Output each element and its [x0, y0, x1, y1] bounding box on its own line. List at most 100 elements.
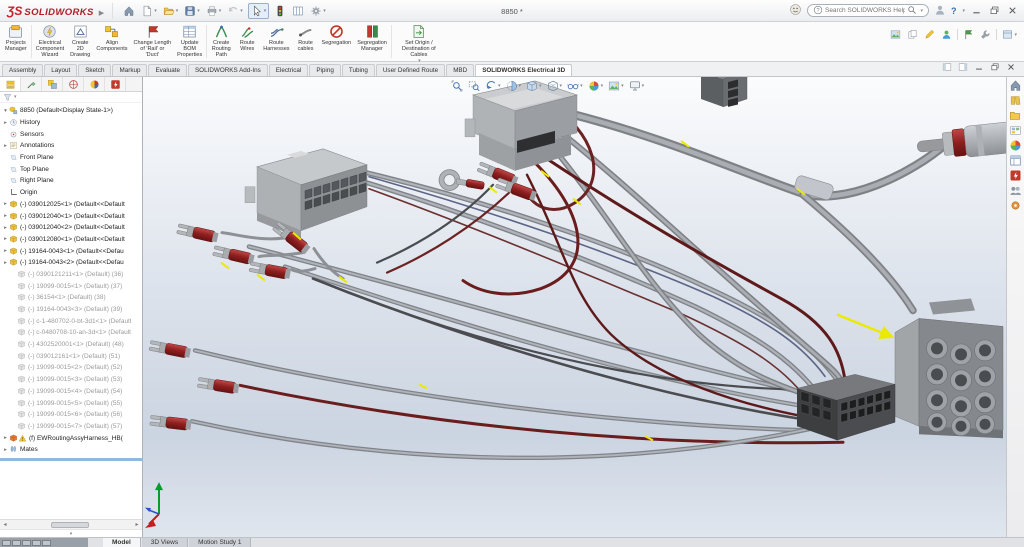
document-close-button[interactable] — [1006, 62, 1016, 74]
zoom-fit-button[interactable] — [451, 80, 463, 92]
3d-scene-canvas[interactable] — [143, 77, 1006, 537]
expand-arrow-icon[interactable]: ▸ — [2, 201, 9, 207]
filter-dropdown-icon[interactable]: ▾ — [14, 94, 17, 100]
tree-item-19099-0015-4-defau[interactable]: (-) 19099-0015<4> (Default) (54) — [0, 386, 142, 398]
tab-tubing[interactable]: Tubing — [342, 64, 375, 76]
tab-electrical[interactable]: Electrical — [269, 64, 309, 76]
tree-item-039012040-1-defaul[interactable]: ▸(-) 039012040<1> (Default<<Default — [0, 210, 142, 222]
electrical-component-wizard-button[interactable]: Electrical Component Wizard — [33, 23, 67, 60]
scrollbar-thumb[interactable] — [51, 522, 89, 528]
tree-item-19099-0015-6-defau[interactable]: (-) 19099-0015<6> (Default) (56) — [0, 409, 142, 421]
panel-tab-property-manager[interactable] — [21, 77, 42, 91]
help-button[interactable]: ? — [951, 6, 957, 16]
panel-collapse-handle[interactable]: • — [0, 529, 142, 537]
tab-markup[interactable]: Markup — [112, 64, 147, 76]
view-settings-button[interactable]: ▾ — [629, 80, 645, 92]
segregation-manager-button[interactable]: Segregation Manager — [354, 23, 390, 60]
window-minimize-button[interactable] — [970, 5, 983, 17]
tab-solidworks-electrical-3d[interactable]: SOLIDWORKS Electrical 3D — [475, 64, 572, 76]
solidworks-electrical-button[interactable] — [1009, 169, 1022, 182]
help-search-box[interactable]: ? ▾ — [807, 4, 929, 17]
tab-assembly[interactable]: Assembly — [2, 64, 43, 76]
bottom-tab-model[interactable]: Model — [102, 538, 141, 547]
document-pane-right-button[interactable] — [958, 62, 968, 74]
expand-arrow-icon[interactable]: ▸ — [2, 143, 9, 149]
tree-item-19164-0043-3-defau[interactable]: (-) 19164-0043<3> (Default) (39) — [0, 304, 142, 316]
open-button[interactable]: ▾ — [162, 4, 180, 18]
design-library-button[interactable] — [1009, 94, 1022, 107]
tree-item-19099-0015-2-defau[interactable]: (-) 19099-0015<2> (Default) (52) — [0, 362, 142, 374]
tree-item-039012025-1-defaul[interactable]: ▸(-) 039012025<1> (Default<<Default — [0, 199, 142, 211]
panel-tab-dimxpert-manager[interactable] — [63, 77, 84, 91]
tree-item-19099-0015-3-defau[interactable]: (-) 19099-0015<3> (Default) (53) — [0, 374, 142, 386]
tree-item-c-1-480702-0-bt-3d1[interactable]: (-) c-1-480702-0-bt-3d1<1> (Default — [0, 315, 142, 327]
panel-tab-electrical-manager[interactable] — [105, 77, 126, 91]
display-style-button[interactable]: ▾ — [547, 80, 563, 92]
document-pane-left-button[interactable] — [942, 62, 952, 74]
solidworks-resources-button[interactable] — [1009, 79, 1022, 92]
segregation-button[interactable]: Segregation — [319, 23, 355, 60]
select-arrow-button[interactable]: ▾ — [248, 3, 270, 19]
tree-item-039012161-1-defaul[interactable]: (-) 039012161<1> (Default) (51) — [0, 350, 142, 362]
appearances-scenes-button[interactable] — [1009, 139, 1022, 152]
route-wires-button[interactable]: Route Wires — [234, 23, 260, 60]
traffic-light-button[interactable] — [273, 4, 287, 18]
home-button[interactable] — [122, 4, 136, 18]
panel-tab-display-manager[interactable] — [84, 77, 105, 91]
expand-arrow-icon[interactable]: ▸ — [2, 213, 9, 219]
view-palette-button[interactable] — [1009, 124, 1022, 137]
tree-item-history[interactable]: ▸History — [0, 117, 142, 129]
sign-in-user-icon[interactable] — [934, 4, 946, 18]
scrollbar-track[interactable] — [10, 521, 132, 529]
previous-view-button[interactable]: ▾ — [485, 80, 501, 92]
route-harnesses-button[interactable]: Route Harnesses — [260, 23, 292, 60]
help-dropdown-icon[interactable]: ▾ — [962, 8, 965, 14]
expand-arrow-icon[interactable]: ▸ — [2, 120, 9, 126]
search-dropdown-icon[interactable]: ▾ — [920, 8, 923, 14]
tree-item-right-plane[interactable]: Right Plane — [0, 175, 142, 187]
tree-item-19164-0043-2-defau[interactable]: ▸(-) 19164-0043<2> (Default<<Defau — [0, 257, 142, 269]
tab-scroll-button[interactable] — [12, 540, 21, 546]
gear-button[interactable]: ▾ — [309, 4, 327, 18]
print-button[interactable]: ▾ — [205, 4, 223, 18]
tab-scroll-button[interactable] — [22, 540, 31, 546]
window-restore-button[interactable] — [988, 5, 1001, 17]
tree-filter-row[interactable]: ▾ — [0, 92, 142, 103]
set-origin-destination-button[interactable]: Set Origin / Destination of Cables▾ — [393, 23, 445, 60]
tree-item-36154-1-default[interactable]: (-) 36154<1> (Default) (38) — [0, 292, 142, 304]
tree-horizontal-scrollbar[interactable]: ◂ ▸ — [0, 519, 142, 529]
expand-arrow-icon[interactable]: ▸ — [2, 260, 9, 266]
expand-arrow-icon[interactable]: ▸ — [2, 447, 9, 453]
tab-scroll-button[interactable] — [2, 540, 11, 546]
process-flag-button[interactable] — [962, 28, 975, 41]
tree-item-c-0480708-10-an-3d-1[interactable]: (-) c-0480708-10-an-3d<1> (Default — [0, 327, 142, 339]
tab-sketch[interactable]: Sketch — [78, 64, 111, 76]
tree-item-19164-0043-1-defau[interactable]: ▸(-) 19164-0043<1> (Default<<Defau — [0, 245, 142, 257]
window-view-button[interactable]: ▾ — [1001, 28, 1018, 41]
expand-arrow-icon[interactable]: ▸ — [2, 435, 9, 441]
solidworks-cam-button[interactable] — [1009, 199, 1022, 212]
create-2d-drawing-button[interactable]: Create 2D Drawing — [67, 23, 93, 60]
connect-user-button[interactable] — [940, 28, 953, 41]
expand-arrow-icon[interactable]: ▾ — [2, 108, 9, 114]
tree-item-039012080-1-defaul[interactable]: ▸(-) 039012080<1> (Default<<Default — [0, 234, 142, 246]
insert-picture-button[interactable] — [889, 28, 902, 41]
tab-evaluate[interactable]: Evaluate — [148, 64, 187, 76]
scroll-left-icon[interactable]: ◂ — [0, 521, 10, 528]
tree-item-annotations[interactable]: ▸Annotations — [0, 140, 142, 152]
bottom-tab-motion-study-1[interactable]: Motion Study 1 — [188, 538, 251, 547]
route-cables-button[interactable]: Route cables — [293, 23, 319, 60]
edit-component-button[interactable] — [923, 28, 936, 41]
graphics-viewport[interactable]: ▾▾▾▾▾▾▾▾ — [143, 77, 1006, 537]
document-restore-button[interactable] — [990, 62, 1000, 74]
copy-settings-button[interactable] — [906, 28, 919, 41]
panel-tab-configuration-manager[interactable] — [42, 77, 63, 91]
file-explorer-button[interactable] — [1009, 109, 1022, 122]
zoom-area-button[interactable] — [468, 80, 480, 92]
save-button[interactable]: ▾ — [183, 4, 201, 18]
panel-tab-feature-manager[interactable] — [0, 77, 21, 91]
feedback-smiley-icon[interactable] — [789, 3, 802, 18]
tab-solidworks-add-ins[interactable]: SOLIDWORKS Add-Ins — [188, 64, 268, 76]
solidworks-forum-button[interactable] — [1009, 184, 1022, 197]
tab-mbd[interactable]: MBD — [446, 64, 474, 76]
